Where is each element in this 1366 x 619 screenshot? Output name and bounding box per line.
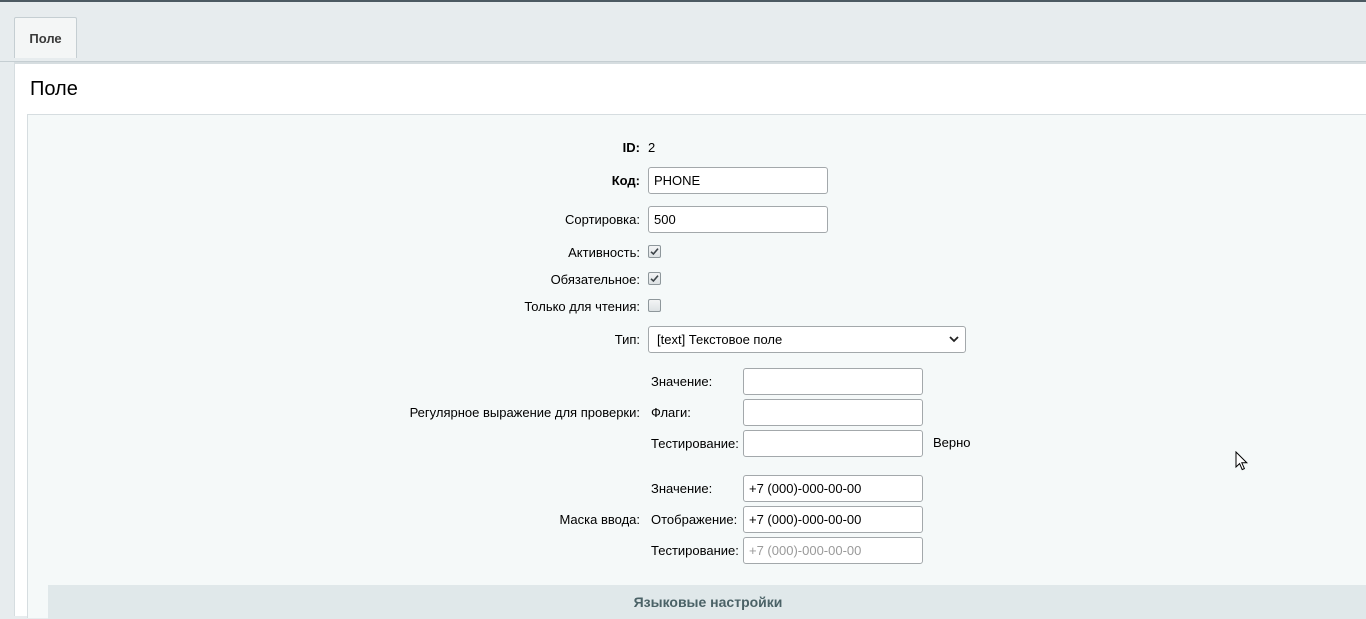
readonly-checkbox[interactable] [648,299,661,312]
type-select-value: [text] Текстовое поле [657,332,783,347]
tab-strip: Поле [0,2,1366,62]
id-label: ID: [622,140,640,155]
regex-test-result: Верно [933,435,971,450]
id-value: 2 [648,140,656,155]
active-checkbox[interactable] [648,245,661,258]
regex-test-input[interactable] [743,430,923,457]
regex-flags-input[interactable] [743,399,923,426]
lang-settings-header[interactable]: Языковые настройки [48,585,1366,619]
regex-value-label: Значение: [651,374,713,389]
readonly-label: Только для чтения: [524,299,640,314]
mask-display-label: Отображение: [651,512,738,527]
mask-display-input[interactable] [743,506,923,533]
regex-flags-label: Флаги: [651,405,691,420]
sort-label: Сортировка: [565,212,640,227]
mask-test-label: Тестирование: [651,543,739,558]
form-area: ID: 2 Код: Сортировка: Активность: Обяза… [27,114,1366,619]
mask-value-input[interactable] [743,475,923,502]
main-panel: Поле ID: 2 Код: Сортировка: Активность: … [14,62,1366,619]
mouse-pointer-icon [1235,451,1249,471]
required-label: Обязательное: [550,272,640,287]
required-checkbox[interactable] [648,272,661,285]
code-input[interactable] [648,167,828,194]
mask-label: Маска ввода: [559,512,640,527]
tab-field[interactable]: Поле [14,17,77,58]
type-select[interactable]: [text] Текстовое поле [648,326,966,353]
sort-input[interactable] [648,206,828,233]
check-icon [650,248,659,256]
active-label: Активность: [568,245,640,260]
page-title: Поле [30,78,78,100]
regex-test-label: Тестирование: [651,436,739,451]
regex-label: Регулярное выражение для проверки: [409,405,640,420]
mask-test-input[interactable] [743,537,923,564]
mask-value-label: Значение: [651,481,713,496]
code-label: Код: [611,173,640,188]
check-icon [650,275,659,283]
regex-value-input[interactable] [743,368,923,395]
chevron-down-icon [949,336,959,343]
type-label: Тип: [614,332,640,347]
